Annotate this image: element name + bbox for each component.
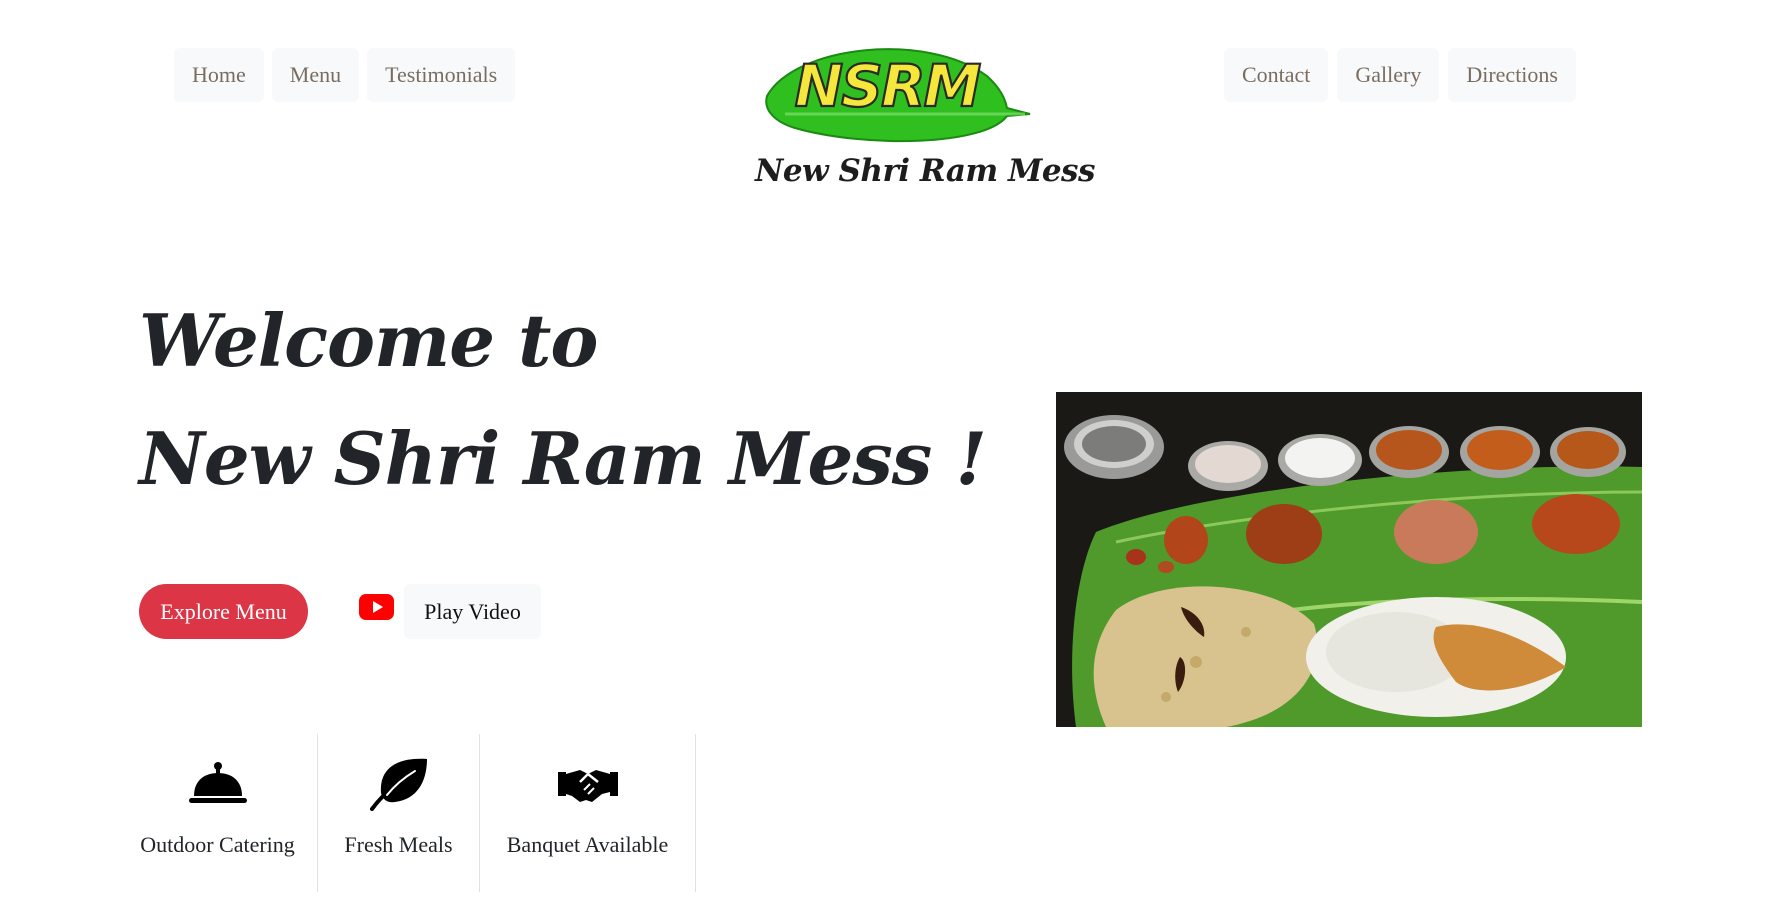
nav-right: Contact Gallery Directions xyxy=(1223,48,1576,102)
hero-title-line2: New Shri Ram Mess ! xyxy=(139,416,987,501)
feature-label: Banquet Available xyxy=(506,832,669,857)
brand-logo[interactable]: NSRM New Shri Ram Mess xyxy=(755,36,1095,196)
logo-letters: NSRM xyxy=(795,52,981,120)
leaf-logo-icon: NSRM xyxy=(765,48,1031,143)
nav-menu-button[interactable]: Menu xyxy=(271,48,360,102)
banana-leaf-meal-image xyxy=(1056,392,1642,727)
service-bell-icon xyxy=(187,756,249,812)
youtube-icon[interactable] xyxy=(359,594,394,620)
hero-title: Welcome to New Shri Ram Mess ! xyxy=(139,282,987,518)
leaf-icon xyxy=(368,756,430,812)
nav-home-button[interactable]: Home xyxy=(174,48,264,102)
nav-contact-button[interactable]: Contact xyxy=(1223,48,1329,102)
play-video-button[interactable]: Play Video xyxy=(404,584,541,639)
nav-left: Home Menu Testimonials xyxy=(174,48,516,102)
nav-gallery-button[interactable]: Gallery xyxy=(1337,48,1440,102)
nav-testimonials-button[interactable]: Testimonials xyxy=(367,48,516,102)
explore-menu-button[interactable]: Explore Menu xyxy=(139,584,308,639)
feature-outdoor-catering: Outdoor Catering xyxy=(118,734,318,892)
feature-label: Outdoor Catering xyxy=(140,832,295,857)
features-row: Outdoor Catering Fresh Meals Banquet Ava… xyxy=(118,734,696,892)
hero-title-line1: Welcome to xyxy=(139,298,598,383)
feature-label: Fresh Meals xyxy=(344,832,453,857)
feature-banquet-available: Banquet Available xyxy=(480,734,696,892)
handshake-icon xyxy=(557,756,619,812)
nav-directions-button[interactable]: Directions xyxy=(1448,48,1576,102)
brand-name: New Shri Ram Mess xyxy=(755,153,1095,189)
feature-fresh-meals: Fresh Meals xyxy=(318,734,480,892)
